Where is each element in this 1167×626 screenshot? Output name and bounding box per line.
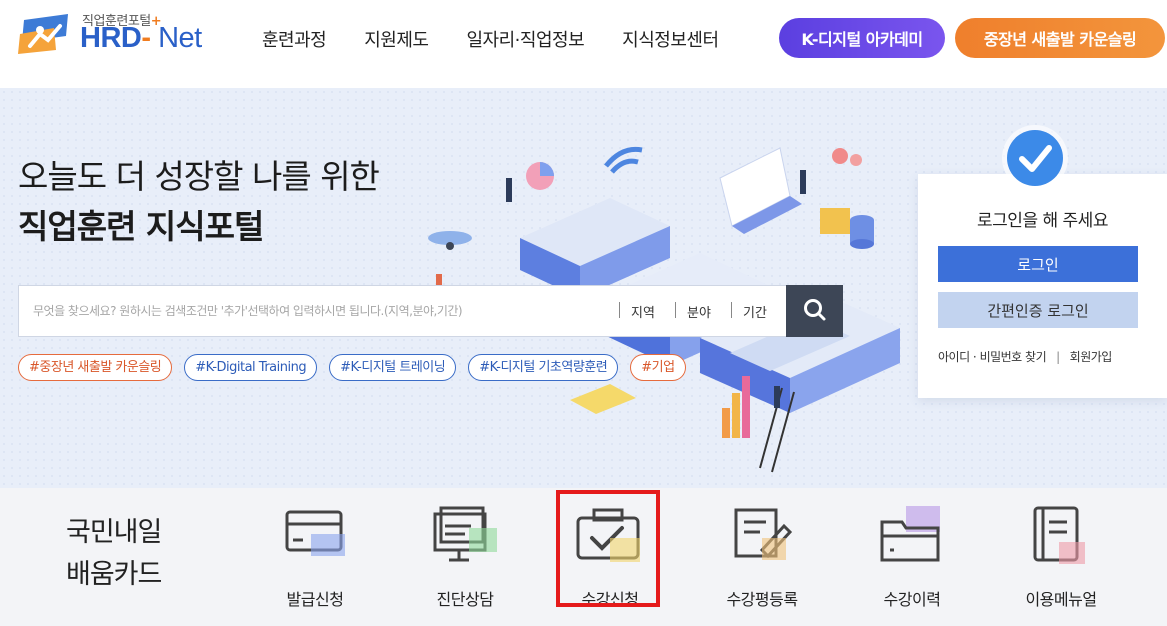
service-label: 발급신청 bbox=[286, 590, 344, 609]
filter-field[interactable]: 분야 bbox=[687, 302, 711, 321]
login-card: 로그인을 해 주세요 로그인 간편인증 로그인 아이디 · 비밀번호 찾기 | 회원… bbox=[918, 174, 1167, 398]
filter-divider bbox=[731, 302, 732, 318]
hero-title-line1: 오늘도 더 성장할 나를 위한 bbox=[18, 157, 380, 196]
main-nav: 훈련과정 지원제도 일자리·직업정보 지식정보센터 bbox=[262, 26, 757, 52]
link-separator: | bbox=[1056, 350, 1060, 364]
login-links: 아이디 · 비밀번호 찾기 | 회원가입 bbox=[938, 348, 1112, 365]
review-pencil-icon bbox=[734, 508, 793, 560]
hrd-net-logo[interactable]: 직업훈련포털+ HRD- Net bbox=[16, 6, 216, 58]
logo-title: HRD- Net bbox=[80, 22, 202, 54]
search-icon bbox=[803, 298, 825, 320]
header: 직업훈련포털+ HRD- Net 훈련과정 지원제도 일자리·직업정보 지식정보… bbox=[0, 0, 1167, 86]
service-course-history[interactable]: 수강이력 bbox=[852, 504, 972, 614]
simple-cert-login-button[interactable]: 간편인증 로그인 bbox=[938, 292, 1138, 328]
service-diagnosis-consult[interactable]: 진단상담 bbox=[405, 504, 525, 614]
tag-k-digital-training-en[interactable]: #K-Digital Training bbox=[184, 354, 318, 381]
nav-jobs-info[interactable]: 일자리·직업정보 bbox=[467, 26, 585, 52]
nav-knowledge-center[interactable]: 지식정보센터 bbox=[622, 26, 719, 52]
consult-icon bbox=[433, 506, 497, 562]
find-id-password-link[interactable]: 아이디 · 비밀번호 찾기 bbox=[938, 350, 1047, 364]
tag-k-digital-training-ko[interactable]: #K-디지털 트레이닝 bbox=[329, 354, 457, 381]
nav-training-courses[interactable]: 훈련과정 bbox=[262, 26, 327, 52]
learning-card-title-line2: 배움카드 bbox=[66, 559, 162, 590]
search-bar: 지역 분야 기간 bbox=[18, 285, 843, 337]
k-digital-academy-button[interactable]: K-디지털 아카데미 bbox=[779, 18, 945, 58]
hashtag-list: #중장년 새출발 카운슬링 #K-Digital Training #K-디지털… bbox=[18, 354, 698, 381]
service-course-review[interactable]: 수강평등록 bbox=[702, 504, 822, 614]
hero-title-line2: 직업훈련 지식포털 bbox=[18, 207, 264, 246]
folder-history-icon bbox=[880, 506, 940, 562]
tag-midcareer-counseling[interactable]: #중장년 새출발 카운슬링 bbox=[18, 354, 173, 381]
hero-section: 오늘도 더 성장할 나를 위한 직업훈련 지식포털 지역 분야 기간 #중장년 … bbox=[0, 88, 1167, 488]
search-button[interactable] bbox=[786, 285, 843, 337]
logo-mark-icon bbox=[18, 14, 68, 54]
manual-book-icon bbox=[1033, 506, 1085, 564]
midcareer-counseling-button[interactable]: 중장년 새출발 카운슬링 bbox=[955, 18, 1165, 58]
checkmark-icon bbox=[1007, 130, 1063, 186]
service-label: 수강이력 bbox=[883, 590, 941, 609]
service-label: 진단상담 bbox=[436, 590, 494, 609]
service-label: 이용메뉴얼 bbox=[1025, 590, 1097, 609]
filter-divider bbox=[675, 302, 676, 318]
filter-region[interactable]: 지역 bbox=[631, 302, 655, 321]
enroll-highlight-box bbox=[556, 490, 660, 607]
card-icon bbox=[285, 510, 345, 556]
nav-support-system[interactable]: 지원제도 bbox=[364, 26, 429, 52]
filter-period[interactable]: 기간 bbox=[743, 302, 767, 321]
filter-divider bbox=[619, 302, 620, 318]
service-label: 수강평등록 bbox=[726, 590, 798, 609]
signup-link[interactable]: 회원가입 bbox=[1070, 350, 1113, 364]
service-user-manual[interactable]: 이용메뉴얼 bbox=[1001, 504, 1121, 614]
login-button[interactable]: 로그인 bbox=[938, 246, 1138, 282]
tag-company[interactable]: #기업 bbox=[630, 354, 686, 381]
service-card-issue[interactable]: 발급신청 bbox=[255, 504, 375, 614]
learning-card-title-line1: 국민내일 bbox=[66, 517, 162, 548]
search-input[interactable] bbox=[33, 286, 593, 336]
login-message: 로그인을 해 주세요 bbox=[977, 211, 1108, 231]
tag-k-digital-basic[interactable]: #K-디지털 기초역량훈련 bbox=[468, 354, 619, 381]
